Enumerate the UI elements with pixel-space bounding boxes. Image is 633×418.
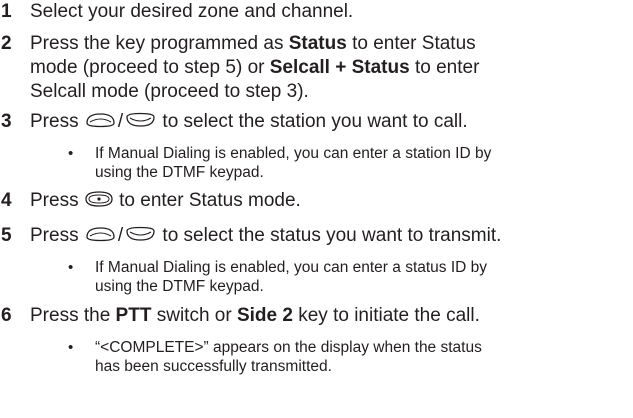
- note-line: using the DTMF keypad.: [95, 278, 264, 295]
- text-run: Press: [30, 111, 84, 132]
- bullet-icon: •: [68, 259, 74, 276]
- slash-separator: /: [117, 225, 124, 246]
- up-arrow-key-icon: [84, 224, 117, 244]
- step-number: 2: [1, 33, 12, 54]
- note-line: If Manual Dialing is enabled, you can en…: [95, 259, 488, 276]
- step-line: mode (proceed to step 5) or Selcall + St…: [30, 56, 627, 80]
- note-line: has been successfully transmitted.: [95, 358, 332, 375]
- step-number: 4: [1, 190, 12, 211]
- note-text: “<COMPLETE>” appears on the display when…: [95, 338, 627, 376]
- text-run: to enter: [409, 57, 480, 78]
- note-line: If Manual Dialing is enabled, you can en…: [95, 145, 492, 162]
- step-number: 3: [1, 111, 12, 132]
- status-key-label: Status: [288, 33, 347, 54]
- step-text: Select your desired zone and channel.: [30, 1, 354, 22]
- selcall-status-key-label: Selcall + Status: [269, 57, 410, 78]
- step-text: Press the key programmed as Status to en…: [30, 32, 627, 104]
- ok-key-icon: [84, 189, 114, 209]
- bullet-icon: •: [68, 339, 74, 356]
- ptt-key-label: PTT: [115, 305, 152, 326]
- down-arrow-key-icon: [124, 224, 157, 244]
- note-text: If Manual Dialing is enabled, you can en…: [95, 144, 627, 182]
- up-arrow-key-icon: [84, 110, 117, 130]
- text-run: to enter Status: [346, 33, 476, 54]
- text-run: Press: [30, 225, 84, 246]
- text-run: switch or: [151, 305, 237, 326]
- down-arrow-key-icon: [124, 110, 157, 130]
- text-run: to select the status you want to transmi…: [157, 225, 502, 246]
- note-line: “<COMPLETE>” appears on the display when…: [95, 339, 482, 356]
- text-run: to select the station you want to call.: [157, 111, 468, 132]
- step-line: Selcall mode (proceed to step 3).: [30, 81, 309, 102]
- text-run: key to initiate the call.: [292, 305, 480, 326]
- bullet-icon: •: [68, 145, 74, 162]
- note-line: using the DTMF keypad.: [95, 164, 264, 181]
- text-run: Press: [30, 190, 84, 211]
- text-run: mode (proceed to step 5) or: [30, 57, 270, 78]
- step-text: Press to enter Status mode.: [30, 189, 627, 213]
- text-run: Press the: [30, 305, 116, 326]
- text-run: to enter Status mode.: [113, 190, 301, 211]
- side2-key-label: Side 2: [236, 305, 293, 326]
- step-number: 6: [1, 305, 12, 326]
- note-text: If Manual Dialing is enabled, you can en…: [95, 258, 627, 296]
- step-number: 5: [1, 225, 12, 246]
- step-number: 1: [1, 1, 12, 22]
- step-line: Press the key programmed as Status to en…: [30, 32, 627, 56]
- step-text: Press / to select the status you want to…: [30, 224, 627, 248]
- slash-separator: /: [117, 111, 124, 132]
- step-text: Press / to select the station you want t…: [30, 110, 627, 134]
- text-run: Press the key programmed as: [30, 33, 289, 54]
- step-text: Press the PTT switch or Side 2 key to in…: [30, 304, 627, 328]
